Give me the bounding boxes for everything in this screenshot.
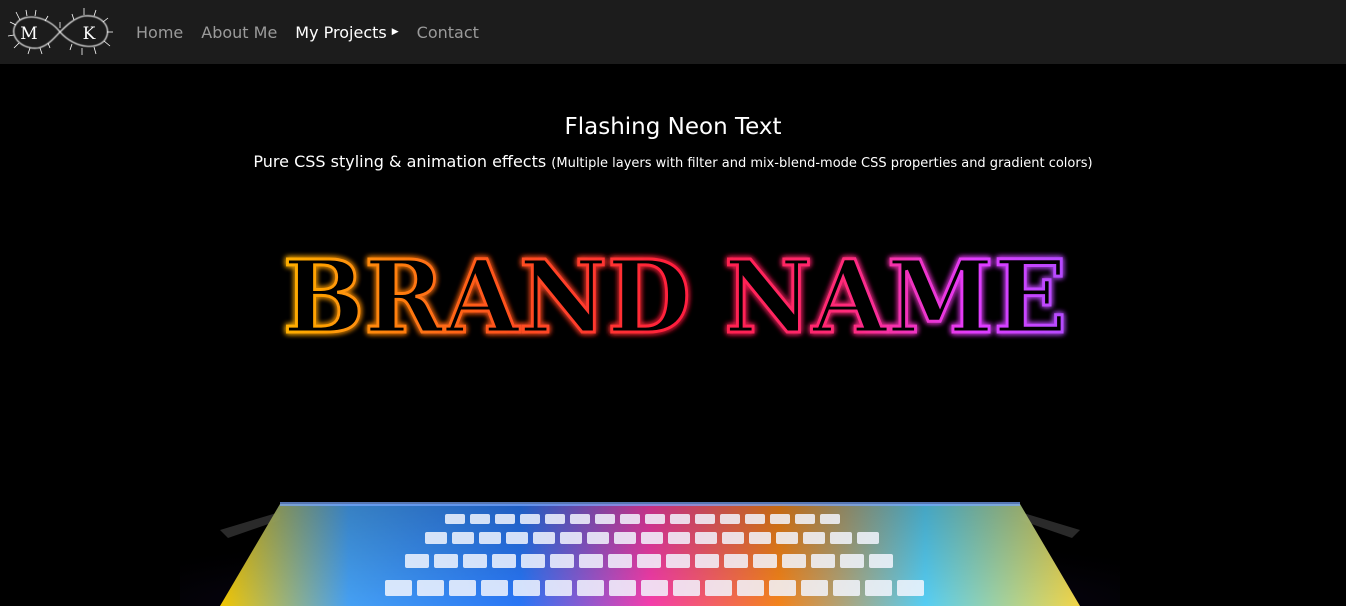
nav-about-me[interactable]: About Me: [201, 23, 277, 42]
subtitle-detail: (Multiple layers with filter and mix-ble…: [551, 156, 1093, 171]
navbar: M K Home About Me My Projects ▶ Contact: [0, 0, 1346, 64]
nav-my-projects-label: My Projects: [295, 22, 387, 42]
laptop-keyboard-illustration: [180, 494, 1120, 606]
infinity-logo-icon: M K: [7, 8, 113, 55]
nav-contact-label: Contact: [416, 22, 479, 42]
brand-logo[interactable]: M K: [4, 2, 116, 62]
page-subtitle: Pure CSS styling & animation effects (Mu…: [0, 152, 1346, 171]
nav-home-label: Home: [136, 22, 184, 42]
nav-home[interactable]: Home: [136, 23, 183, 42]
caret-right-icon: ▶: [391, 27, 399, 37]
nav-links: Home About Me My Projects ▶ Contact: [136, 23, 497, 42]
nav-about-me-label: About Me: [201, 22, 278, 42]
neon-text-graphic: BRAND NAME: [282, 237, 1069, 358]
hero-section: Flashing Neon Text Pure CSS styling & an…: [0, 64, 1346, 606]
logo-letter-k: K: [83, 24, 96, 44]
page-title: Flashing Neon Text: [564, 114, 782, 140]
nav-contact[interactable]: Contact: [417, 23, 479, 42]
logo-letter-m: M: [20, 24, 37, 44]
neon-brand-text: BRAND NAME: [280, 237, 1070, 358]
laptop-image: [180, 494, 1120, 606]
neon-text: BRAND NAME: [283, 238, 1067, 356]
subtitle-main: Pure CSS styling & animation effects: [253, 152, 547, 171]
nav-my-projects[interactable]: My Projects ▶: [295, 23, 398, 42]
